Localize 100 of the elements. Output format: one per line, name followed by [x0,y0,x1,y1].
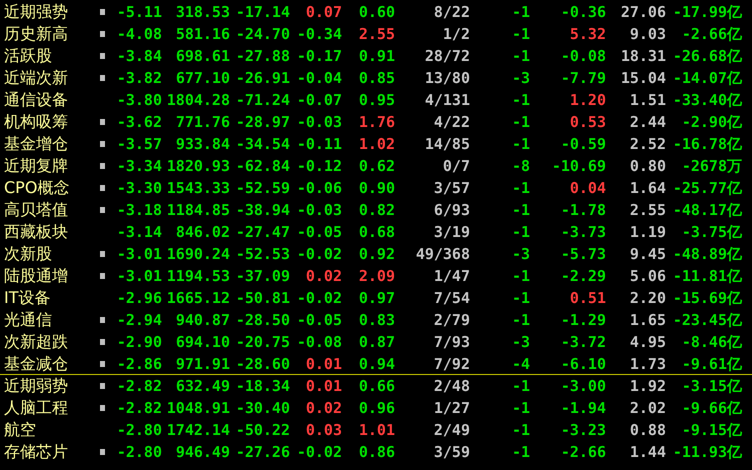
table-cell: 4/22 [434,112,470,132]
sector-name[interactable]: 近期强势 [0,2,68,22]
table-cell: -27.47 [236,222,290,242]
table-cell: -48.17亿 [672,200,742,220]
table-cell: -2.80 [116,420,162,440]
table-cell: 318.53 [176,2,230,22]
table-cell: 27.06 [620,2,666,22]
table-cell: 1184.85 [166,200,230,220]
table-cell: -3.75亿 [682,222,742,242]
table-cell: -26.91 [236,68,290,88]
table-cell: -1 [512,178,530,198]
sector-name[interactable]: IT设备 [0,288,50,308]
sector-name[interactable]: CPO概念 [0,178,70,198]
table-cell: -15.69亿 [672,288,742,308]
table-cell: -3.80 [116,90,162,110]
table-cell: -30.40 [236,398,290,418]
table-cell: -3.57 [116,134,162,154]
table-cell: 0.96 [358,398,395,418]
table-cell: -1.29 [560,310,606,330]
table-cell: 0.68 [358,222,395,242]
table-cell: 2.55 [358,24,395,44]
sector-name[interactable]: 存储芯片 [0,442,68,462]
sector-name[interactable]: 高贝塔值 [0,200,68,220]
table-cell: 2/79 [434,310,470,330]
table-cell: -25.77亿 [672,178,742,198]
table-cell: 1194.53 [166,266,230,286]
sector-name[interactable]: 近期弱势 [0,376,68,396]
sector-name[interactable]: 活跃股 [0,46,52,66]
table-cell: 1.73 [630,354,666,374]
table-cell: -3.62 [116,112,162,132]
table-cell: 0.60 [358,2,395,22]
table-cell: 1.51 [630,90,666,110]
table-cell: -2.66亿 [682,24,742,44]
table-cell: -3.82 [116,68,162,88]
table-cell: 0.85 [358,68,395,88]
sector-name[interactable]: 陆股通增 [0,266,68,286]
table-cell: 14/85 [424,134,470,154]
table-cell: 8/22 [434,2,470,22]
table-cell: 1804.28 [166,90,230,110]
table-cell: 0.94 [358,354,395,374]
table-cell: 1.44 [630,442,666,462]
table-cell: 0.97 [358,288,395,308]
table-cell: -1 [512,310,530,330]
sector-name[interactable]: 通信设备 [0,90,68,110]
table-cell: -2.29 [560,266,606,286]
table-cell: 1.92 [630,376,666,396]
table-cell: 3/59 [434,442,470,462]
table-cell: 0.66 [358,376,395,396]
table-cell: 694.10 [176,332,230,352]
sector-name[interactable]: 基金减仓 [0,354,68,374]
table-cell: -2678万 [682,156,742,176]
table-cell: -0.08 [560,46,606,66]
table-cell: -1 [512,398,530,418]
table-cell: 1543.33 [166,178,230,198]
table-cell: 2.55 [630,200,666,220]
sector-name[interactable]: 光通信 [0,310,52,330]
table-cell: -5.73 [560,244,606,264]
table-cell: 971.91 [176,354,230,374]
table-cell: -17.14 [236,2,290,22]
table-cell: -0.03 [296,200,342,220]
table-cell: 0.07 [306,2,342,22]
table-cell: 7/54 [434,288,470,308]
table-cell: -11.93亿 [672,442,742,462]
table-cell: 18.31 [620,46,666,66]
table-cell: -3.34 [116,156,162,176]
table-cell: 1690.24 [166,244,230,264]
sector-name[interactable]: 历史新高 [0,24,68,44]
sector-name[interactable]: 人脑工程 [0,398,68,418]
table-cell: 0.03 [306,420,342,440]
table-cell: -0.05 [296,222,342,242]
table-cell: -3.73 [560,222,606,242]
table-cell: -4 [512,354,530,374]
sector-name[interactable]: 基金增仓 [0,134,68,154]
table-cell: -1 [512,200,530,220]
sector-name[interactable]: 次新股 [0,244,52,264]
sector-name[interactable]: 航空 [0,420,36,440]
table-cell: 1/47 [434,266,470,286]
sector-name[interactable]: 次新超跌 [0,332,68,352]
sector-name[interactable]: 机构吸筹 [0,112,68,132]
table-cell: 0.04 [570,178,606,198]
sector-name[interactable]: 近期复牌 [0,156,68,176]
table-cell: 1.01 [358,420,395,440]
table-cell: -0.12 [296,156,342,176]
table-cell: 3/57 [434,178,470,198]
table-cell: 946.49 [176,442,230,462]
table-cell: -24.70 [236,24,290,44]
table-cell: -2.90 [116,332,162,352]
table-cell: 698.61 [176,46,230,66]
table-cell: -5.11 [116,2,162,22]
table-cell: 581.16 [176,24,230,44]
table-cell: 2/48 [434,376,470,396]
sector-name[interactable]: 近端次新 [0,68,68,88]
table-cell: -3 [512,68,530,88]
table-cell: -1 [512,222,530,242]
table-cell: 632.49 [176,376,230,396]
sector-name[interactable]: 西藏板块 [0,222,68,242]
table-cell: -3.15亿 [682,376,742,396]
table-cell: 5.32 [570,24,606,44]
table-cell: 1742.14 [166,420,230,440]
table-cell: -9.66亿 [682,398,742,418]
